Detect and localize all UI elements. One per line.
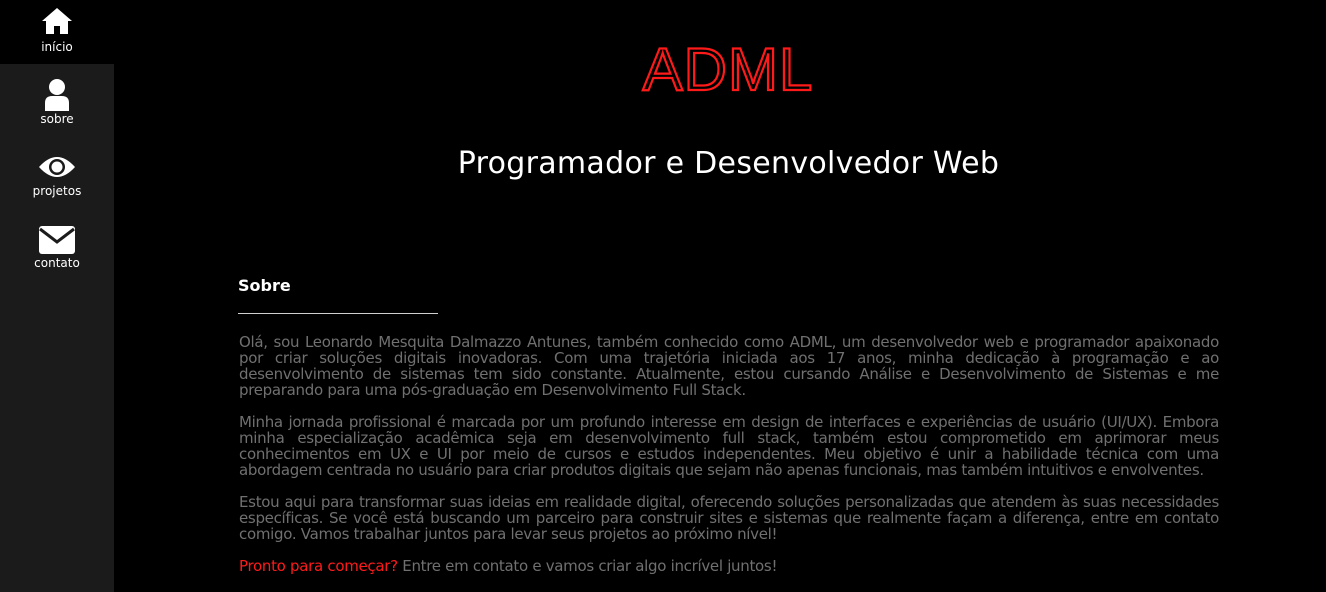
- nav-label-projetos: projetos: [32, 184, 82, 198]
- nav-item-sobre[interactable]: sobre: [0, 72, 114, 144]
- eye-icon: [37, 150, 77, 184]
- cta-highlight: Pronto para começar?: [239, 557, 398, 575]
- adml-logo: ADML: [642, 36, 814, 98]
- section-title-sobre: Sobre: [238, 276, 291, 295]
- user-icon: [37, 78, 77, 112]
- cta-line: Pronto para começar? Entre em contato e …: [239, 558, 1219, 574]
- about-text: Olá, sou Leonardo Mesquita Dalmazzo Antu…: [239, 334, 1219, 590]
- page-tagline: Programador e Desenvolvedor Web: [457, 146, 1000, 181]
- about-paragraph-1: Olá, sou Leonardo Mesquita Dalmazzo Antu…: [239, 333, 1219, 399]
- nav-item-inicio[interactable]: início: [0, 0, 114, 64]
- nav-item-contato[interactable]: contato: [0, 216, 114, 288]
- mail-icon: [37, 222, 77, 256]
- cta-text: Entre em contato e vamos criar algo incr…: [397, 557, 778, 575]
- about-paragraph-2: Minha jornada profissional é marcada por…: [239, 413, 1219, 479]
- sidebar-nav: início sobre projetos contato: [0, 0, 114, 592]
- section-divider: [238, 313, 438, 314]
- home-icon: [37, 6, 77, 40]
- nav-label-contato: contato: [34, 256, 80, 270]
- nav-label-sobre: sobre: [40, 112, 74, 126]
- about-paragraph-3: Estou aqui para transformar suas ideias …: [239, 493, 1219, 543]
- nav-item-projetos[interactable]: projetos: [0, 144, 114, 216]
- nav-label-inicio: início: [41, 40, 73, 54]
- logo-text: ADML: [643, 36, 814, 98]
- main-content: ADML Programador e Desenvolvedor Web Sob…: [114, 0, 1326, 592]
